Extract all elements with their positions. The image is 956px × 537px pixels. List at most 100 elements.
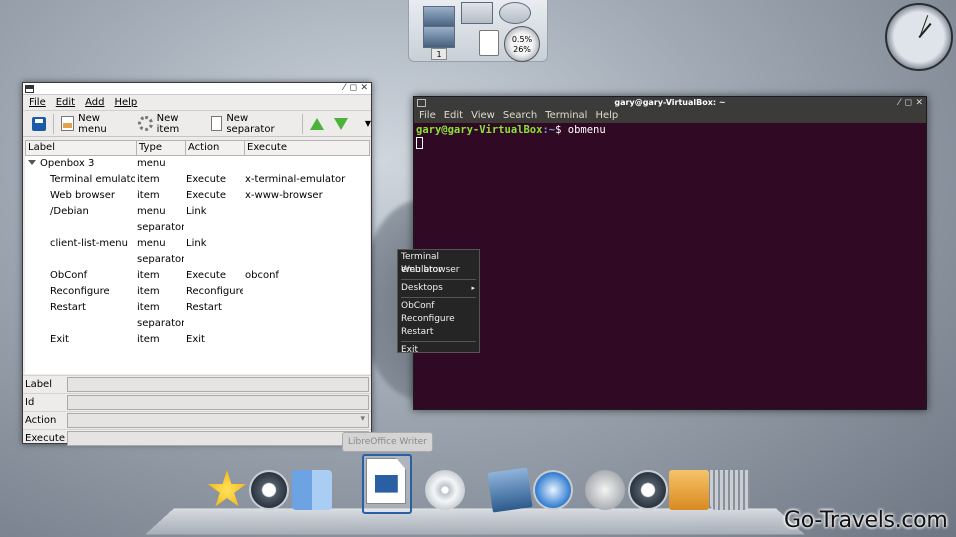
window-icon[interactable] [25, 85, 34, 93]
table-row[interactable]: separator [25, 252, 370, 268]
terminal-titlebar[interactable]: gary@gary-VirtualBox: ~ ⁄ ◻ ✕ [414, 97, 926, 109]
desktop-thumbnail[interactable] [423, 6, 455, 28]
root-menu-item[interactable]: Reconfigure [398, 313, 479, 326]
row-label: ObConf [25, 268, 135, 284]
libreoffice-writer-icon[interactable] [366, 458, 406, 504]
id-field[interactable] [67, 395, 369, 410]
close-icon[interactable]: ✕ [915, 97, 923, 109]
root-menu-item[interactable]: Restart [398, 326, 479, 339]
table-row[interactable]: ObConf item Execute obconf [25, 268, 370, 284]
property-row: Id [23, 393, 371, 411]
close-icon[interactable]: ✕ [360, 83, 368, 94]
clock-widget [885, 3, 953, 71]
row-action [184, 316, 243, 332]
row-execute [243, 316, 370, 332]
row-label-text: Web browser [50, 190, 115, 201]
table-row[interactable]: Web browser item Execute x-www-browser [25, 188, 370, 204]
maximize-icon[interactable]: ⁄ [343, 83, 345, 94]
column-label[interactable]: Label [26, 141, 137, 155]
action-field-label: Action [25, 415, 57, 426]
row-label-text: Restart [50, 302, 86, 313]
obmenu-titlebar[interactable]: ⁄ ◻ ✕ [23, 83, 371, 95]
column-action[interactable]: Action [186, 141, 245, 155]
action-select[interactable] [67, 413, 369, 428]
row-action: Link [186, 238, 207, 249]
row-execute [243, 300, 370, 316]
id-field-label: Id [25, 397, 35, 408]
root-menu-item[interactable]: ObConf [398, 300, 479, 313]
time-machine-icon[interactable] [628, 470, 668, 510]
folder-icon[interactable] [669, 470, 709, 510]
row-label-text: /Debian [50, 206, 89, 217]
label-field[interactable] [67, 377, 369, 392]
execute-field[interactable] [67, 431, 369, 446]
menu-terminal[interactable]: Terminal [545, 109, 587, 123]
prompt-symbol: $ [555, 124, 562, 136]
menu-help[interactable]: Help [114, 97, 137, 108]
finder-icon[interactable] [292, 470, 332, 510]
save-button[interactable] [27, 113, 51, 135]
window-icon[interactable] [417, 99, 426, 107]
row-action: Reconfigure [186, 286, 243, 297]
row-type: separator [137, 222, 184, 233]
at-sign-icon[interactable] [585, 470, 625, 510]
table-row[interactable]: separator [25, 316, 370, 332]
root-menu-item[interactable]: Desktops [398, 282, 479, 295]
move-up-button[interactable] [305, 113, 329, 135]
new-menu-button[interactable]: New menu [56, 113, 133, 135]
toolbar-divider [53, 113, 54, 134]
desktop-thumbnail[interactable] [423, 26, 455, 48]
switch-icon[interactable] [479, 30, 499, 56]
move-down-button[interactable] [329, 113, 353, 135]
new-separator-button[interactable]: New separator [206, 113, 300, 135]
menu-file[interactable]: File [419, 109, 436, 123]
row-label: client-list-menu [25, 236, 135, 252]
table-row[interactable]: client-list-menu menu Link [25, 236, 370, 252]
dvd-icon[interactable] [425, 470, 465, 510]
new-item-button[interactable]: New item [133, 113, 206, 135]
root-menu-item[interactable]: Exit [398, 344, 479, 357]
desktop-thumbnail[interactable] [461, 2, 493, 24]
terminal-window: gary@gary-VirtualBox: ~ ⁄ ◻ ✕ File Edit … [413, 96, 927, 410]
table-row[interactable]: Terminal emulator item Execute x-terminal-e… [25, 172, 370, 188]
time-machine-icon[interactable] [249, 470, 289, 510]
menu-file[interactable]: File [29, 97, 46, 108]
row-execute [243, 284, 370, 300]
desktop-thumbnail[interactable] [499, 2, 531, 24]
property-row: Action [23, 411, 371, 429]
row-type: item [137, 270, 160, 281]
table-row[interactable]: Reconfigure item Reconfigure [25, 284, 370, 300]
row-label: Web browser [25, 188, 135, 204]
row-type: separator [137, 318, 184, 329]
menu-search[interactable]: Search [503, 109, 537, 123]
star-icon[interactable] [207, 470, 247, 507]
toolbar-overflow-icon[interactable]: ▼ [365, 119, 371, 128]
table-row[interactable]: Exit item Exit [25, 332, 370, 348]
desktop-pager: 1 0.5% 26% [408, 0, 548, 62]
menu-add[interactable]: Add [85, 97, 104, 108]
menu-help[interactable]: Help [595, 109, 618, 123]
row-action: Execute [186, 190, 226, 201]
restore-icon[interactable]: ◻ [350, 83, 357, 94]
table-row[interactable]: separator [25, 220, 370, 236]
label-field-label: Label [25, 379, 52, 390]
restore-icon[interactable]: ◻ [905, 97, 912, 109]
safari-icon[interactable] [533, 470, 573, 510]
table-row[interactable]: Restart item Restart [25, 300, 370, 316]
table-row[interactable]: /Debian menu Link [25, 204, 370, 220]
maximize-icon[interactable]: ⁄ [898, 97, 900, 109]
menu-edit[interactable]: Edit [56, 97, 75, 108]
menu-view[interactable]: View [471, 109, 495, 123]
obmenu-toolbar: New menu New item New separator ▼ [23, 111, 371, 137]
root-menu-item[interactable]: Web browser [398, 264, 479, 277]
column-execute[interactable]: Execute [245, 141, 369, 155]
trash-icon[interactable] [710, 470, 750, 510]
column-type[interactable]: Type [137, 141, 186, 155]
expander-icon[interactable] [28, 160, 36, 165]
mail-icon[interactable] [487, 467, 533, 513]
menu-edit[interactable]: Edit [444, 109, 463, 123]
root-menu-item[interactable]: Terminal emulator [398, 251, 479, 275]
terminal-output[interactable]: gary@gary-VirtualBox:~$ obmenu [414, 123, 926, 150]
table-row[interactable]: Openbox 3 menu [25, 156, 370, 172]
row-type: menu [137, 158, 166, 169]
